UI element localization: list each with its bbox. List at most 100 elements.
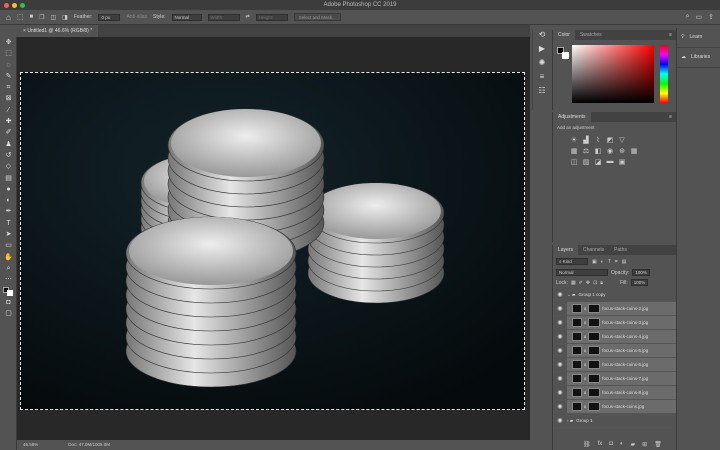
share-icon[interactable]: ⇪ (708, 13, 714, 21)
hue-saturation-icon[interactable]: ▦ (569, 147, 579, 155)
layer-row[interactable]: ◉ 8 focus-stack-coins.jpg (553, 400, 676, 414)
brush-settings-icon[interactable]: ✺ (533, 58, 551, 72)
search-icon[interactable]: ⌕ (686, 13, 690, 21)
eye-icon[interactable]: ◉ (553, 291, 567, 298)
layer-mask-thumbnail[interactable] (588, 304, 601, 313)
layer-group-closed[interactable]: ◉ › ▰ Group 1 (553, 414, 676, 428)
brush-tool-icon[interactable]: ✐ (0, 127, 17, 138)
eye-icon[interactable]: ◉ (553, 361, 567, 368)
blend-mode-select[interactable]: Normal (556, 269, 608, 276)
width-input[interactable]: Width: (207, 13, 240, 21)
document-tab[interactable]: × Untitled1 @ 46.6% (RGB/8) * (17, 25, 99, 37)
fill-input[interactable]: 100% (630, 279, 649, 286)
eyedropper-tool-icon[interactable]: ⁄ (0, 105, 17, 116)
anti-alias-checkbox[interactable]: Anti-alias (126, 14, 147, 20)
vibrance-icon[interactable]: ▽ (617, 136, 627, 144)
quick-select-tool-icon[interactable]: ✎ (0, 71, 17, 82)
gradient-tool-icon[interactable]: ▤ (0, 173, 17, 184)
layer-group-open[interactable]: ◉ ⌄ ▰ Group 1 copy (553, 288, 676, 302)
curves-icon[interactable]: ⌇ (593, 136, 603, 144)
libraries-button[interactable]: ☁ Libraries (677, 48, 720, 68)
gradient-map-icon[interactable]: ▬ (605, 158, 615, 166)
invert-icon[interactable]: ◫ (569, 158, 579, 166)
new-layer-icon[interactable]: ⊞ (642, 441, 647, 448)
color-field[interactable] (572, 45, 654, 103)
workspace-icon[interactable]: ▭ (696, 13, 703, 21)
pen-tool-icon[interactable]: ✒ (0, 206, 17, 217)
layer-row[interactable]: ◉ 8 focus-stack-coins-8.jpg (553, 386, 676, 400)
lock-position-icon[interactable]: ✥ (586, 280, 590, 286)
new-group-icon[interactable]: ▰ (631, 441, 636, 448)
add-selection-icon[interactable]: ❐ (39, 14, 44, 21)
home-icon[interactable]: ⌂ (6, 13, 11, 22)
filter-pixel-icon[interactable]: ▣ (592, 259, 597, 265)
layer-row[interactable]: ◉ 8 focus-stack-coins-5.jpg (553, 344, 676, 358)
photo-filter-icon[interactable]: ◉ (605, 147, 615, 155)
brushes-icon[interactable]: ≡ (533, 72, 551, 86)
layer-row[interactable]: ◉ 8 focus-stack-coins-4.jpg (553, 330, 676, 344)
color-balance-icon[interactable]: ⚖ (581, 147, 591, 155)
type-tool-icon[interactable]: T (0, 218, 17, 229)
tab-paths[interactable]: Paths (609, 245, 632, 255)
hue-slider[interactable] (660, 45, 668, 103)
height-input[interactable]: Height: (255, 13, 288, 21)
layer-mask-thumbnail[interactable] (588, 346, 601, 355)
marquee-tool-icon[interactable]: ⬚ (17, 13, 24, 21)
link-icon[interactable]: ⛓ (583, 441, 591, 448)
history-brush-icon[interactable]: ↺ (0, 150, 17, 161)
color-swatches[interactable] (0, 286, 17, 297)
tab-layers[interactable]: Layers (553, 245, 579, 255)
eye-icon[interactable]: ◉ (553, 375, 567, 382)
new-selection-icon[interactable]: ■ (29, 14, 33, 20)
opacity-input[interactable]: 100% (632, 269, 650, 276)
background-color[interactable] (562, 52, 569, 59)
learn-button[interactable]: 💡︎ Learn (677, 28, 720, 48)
properties-icon[interactable]: ☷ (533, 86, 551, 100)
frame-tool-icon[interactable]: ⊠ (0, 93, 17, 104)
mask-icon[interactable]: ◘ (609, 441, 613, 448)
blur-tool-icon[interactable]: ● (0, 184, 17, 195)
lock-all-icon[interactable]: 🔒︎ (600, 280, 603, 286)
history-icon[interactable]: ⟲ (533, 30, 551, 44)
layer-row[interactable]: ◉ 8 focus-stack-coins-7.jpg (553, 372, 676, 386)
filter-type-icon[interactable]: T (608, 259, 611, 265)
layer-mask-thumbnail[interactable] (588, 360, 601, 369)
layer-row[interactable]: ◉ 8 focus-stack-coins-6.jpg (553, 358, 676, 372)
eye-icon[interactable]: ◉ (553, 347, 567, 354)
lock-artboard-icon[interactable]: ⊡ (593, 280, 597, 286)
eye-icon[interactable]: ◉ (553, 319, 567, 326)
filter-smart-icon[interactable]: ▤ (622, 259, 627, 265)
layer-row[interactable]: ◉ 8 focus-stack-coins-2.jpg (553, 302, 676, 316)
shape-tool-icon[interactable]: ▭ (0, 240, 17, 251)
levels-icon[interactable]: ▟ (581, 136, 591, 144)
actions-icon[interactable]: ▶ (533, 44, 551, 58)
selective-color-icon[interactable]: ▣ (617, 158, 627, 166)
marquee-tool-icon[interactable]: ⬚ (0, 48, 17, 59)
eye-icon[interactable]: ◉ (553, 305, 567, 312)
zoom-level[interactable]: 46.58% (23, 442, 38, 448)
layer-row[interactable]: ◉ 8 focus-stack-coins-3.jpg (553, 316, 676, 330)
path-select-tool-icon[interactable]: ➤ (0, 229, 17, 240)
panel-menu-icon[interactable]: ≡ (665, 112, 676, 122)
layer-mask-thumbnail[interactable] (588, 318, 601, 327)
feather-input[interactable]: 0 px (98, 13, 121, 21)
select-and-mask-button[interactable]: Select and Mask... (293, 13, 341, 21)
tab-color[interactable]: Color (553, 30, 575, 40)
dodge-tool-icon[interactable]: ◐ (0, 195, 17, 206)
lock-pixels-icon[interactable]: ▦ (571, 280, 576, 286)
more-tools-icon[interactable]: ⋯ (0, 274, 17, 285)
doc-info[interactable]: Doc: 47.0M/1005.0M (68, 442, 110, 448)
filter-adjust-icon[interactable]: ◐ (601, 259, 604, 265)
canvas-area[interactable] (17, 37, 530, 440)
hand-tool-icon[interactable]: ✋ (0, 252, 17, 263)
subtract-selection-icon[interactable]: ◫ (50, 14, 56, 21)
eye-icon[interactable]: ◉ (553, 403, 567, 410)
trash-icon[interactable]: 🗑︎ (654, 441, 662, 448)
eye-icon[interactable]: ◉ (553, 417, 567, 424)
zoom-tool-icon[interactable]: ⌕ (0, 263, 17, 274)
threshold-icon[interactable]: ◪ (593, 158, 603, 166)
style-select[interactable]: Normal (171, 13, 202, 21)
adjustment-layer-icon[interactable]: ◐ (620, 441, 624, 448)
posterize-icon[interactable]: ▨ (581, 158, 591, 166)
layer-mask-thumbnail[interactable] (588, 332, 601, 341)
